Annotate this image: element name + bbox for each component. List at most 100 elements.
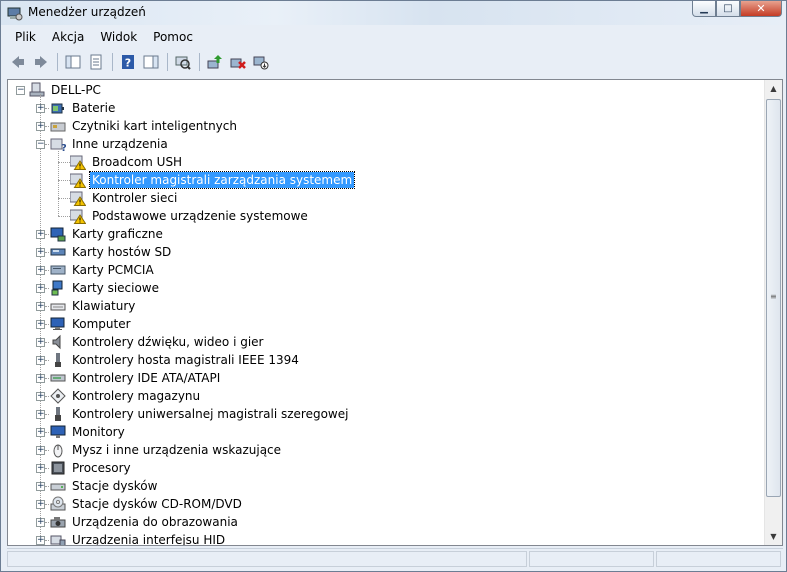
back-button[interactable] [7,51,29,73]
expand-toggle[interactable]: + [36,518,45,527]
expand-toggle[interactable]: + [36,320,45,329]
tree-guide-line [45,504,49,505]
expand-toggle[interactable]: + [36,536,45,545]
update-driver-icon [207,55,222,69]
show-console-tree-button[interactable] [62,51,84,73]
toolbar-separator [57,53,58,71]
tree-guide-line [45,414,49,415]
maximize-button[interactable]: □ [716,1,740,17]
toolbar-separator [112,53,113,71]
expand-toggle[interactable]: + [36,356,45,365]
tree-category-row[interactable]: ? Inne urządzenia [50,135,170,153]
tree-category-row[interactable]: Baterie [50,99,117,117]
update-driver-button[interactable] [204,51,226,73]
expand-toggle[interactable]: + [36,230,45,239]
disable-button[interactable] [250,51,272,73]
tree-category-row[interactable]: Urządzenia interfejsu HID [50,531,227,545]
vertical-scrollbar[interactable]: ▲ ≡ ▼ [764,80,782,545]
help-button[interactable]: ? [117,51,139,73]
scroll-grip: ≡ [770,292,777,301]
tree-category-row[interactable]: Stacje dysków [50,477,159,495]
firewire-icon [55,353,61,367]
expand-toggle[interactable]: + [36,446,45,455]
minimize-button[interactable]: ▁ [692,1,716,17]
action-pane-button[interactable] [140,51,162,73]
tree-category-row[interactable]: Komputer [50,315,133,333]
menu-pomoc[interactable]: Pomoc [145,30,201,44]
network-adapter-icon [51,280,63,296]
tree-root[interactable]: − DELL-PC [16,81,103,99]
expand-toggle[interactable]: + [36,266,45,275]
battery-icon [51,103,64,114]
svg-text:?: ? [61,143,66,152]
properties-button[interactable] [85,51,107,73]
expand-toggle[interactable]: + [36,122,45,131]
tree-category-row[interactable]: Kontrolery dźwięku, wideo i gier [50,333,265,351]
tree-device-row[interactable]: Kontroler sieci [70,189,179,207]
tree-category-row[interactable]: Karty hostów SD [50,243,173,261]
tree-item-label: Urządzenia do obrazowania [72,515,238,529]
menu-bar: Plik Akcja Widok Pomoc [7,27,782,47]
tree-item-label: Kontrolery uniwersalnej magistrali szere… [72,407,349,421]
collapse-toggle[interactable]: − [16,85,25,95]
scroll-up-button[interactable]: ▲ [765,80,782,97]
expand-toggle[interactable]: + [36,428,45,437]
scroll-thumb[interactable]: ≡ [766,99,781,497]
tree-guide-line [45,252,49,253]
tree-category-row[interactable]: Kontrolery magazynu [50,387,202,405]
tree-category-row[interactable]: Kontrolery uniwersalnej magistrali szere… [50,405,350,423]
tree-category-row[interactable]: Karty sieciowe [50,279,161,297]
tree-device-row[interactable]: Kontroler magistrali zarządzania systeme… [70,171,356,189]
display-adapter-icon [50,227,66,242]
tree-device-row[interactable]: Podstawowe urządzenie systemowe [70,207,310,225]
title-bar[interactable]: Menedżer urządzeń ▁ □ ✕ [1,1,786,25]
scan-hardware-button[interactable] [172,51,194,73]
tree-category-row[interactable]: Czytniki kart inteligentnych [50,117,239,135]
menu-plik[interactable]: Plik [7,30,44,44]
expand-toggle[interactable]: + [36,392,45,401]
tree-category-row[interactable]: Kontrolery IDE ATA/ATAPI [50,369,222,387]
computer-icon [50,317,65,330]
tree-category-row[interactable]: Urządzenia do obrazowania [50,513,240,531]
menu-widok[interactable]: Widok [92,30,145,44]
menu-akcja[interactable]: Akcja [44,30,92,44]
tree-category-row[interactable]: Klawiatury [50,297,137,315]
tree-category-row[interactable]: Karty graficzne [50,225,165,243]
tree-item-label: Kontrolery hosta magistrali IEEE 1394 [72,353,299,367]
expand-toggle[interactable]: + [36,464,45,473]
tree-category-row[interactable]: Karty PCMCIA [50,261,156,279]
tree-guide-line [45,450,49,451]
expand-toggle[interactable]: + [36,374,45,383]
scroll-down-button[interactable]: ▼ [765,528,782,545]
expand-toggle[interactable]: + [36,302,45,311]
action-pane-icon [143,55,159,69]
close-button[interactable]: ✕ [740,1,782,17]
forward-button[interactable] [30,51,52,73]
tree-guide-line [45,468,49,469]
expand-toggle[interactable]: + [36,104,45,113]
tree-category-row[interactable]: Stacje dysków CD-ROM/DVD [50,495,244,513]
tree-category-row[interactable]: Procesory [50,459,133,477]
tree-item-label: Monitory [72,425,125,439]
console-tree-icon [65,55,81,69]
expand-toggle[interactable]: + [36,284,45,293]
expand-toggle[interactable]: + [36,500,45,509]
uninstall-button[interactable] [227,51,249,73]
collapse-toggle[interactable]: − [36,140,45,149]
device-manager-icon [7,7,23,21]
forward-icon [35,56,47,68]
expand-toggle[interactable]: + [36,338,45,347]
tree-category-row[interactable]: Kontrolery hosta magistrali IEEE 1394 [50,351,301,369]
tree-item-label: Komputer [72,317,131,331]
tree-guide-line [58,198,70,199]
expand-toggle[interactable]: + [36,248,45,257]
expand-toggle[interactable]: + [36,482,45,491]
uninstall-icon [230,58,246,69]
tree-category-row[interactable]: Monitory [50,423,127,441]
usb-icon [55,407,61,421]
tree-device-row[interactable]: Broadcom USH [70,153,184,171]
expand-toggle[interactable]: + [36,410,45,419]
smartcard-icon [50,122,66,132]
device-tree[interactable]: − DELL-PC + Baterie + Czytniki kart intelig… [8,80,766,545]
tree-category-row[interactable]: Mysz i inne urządzenia wskazujące [50,441,283,459]
